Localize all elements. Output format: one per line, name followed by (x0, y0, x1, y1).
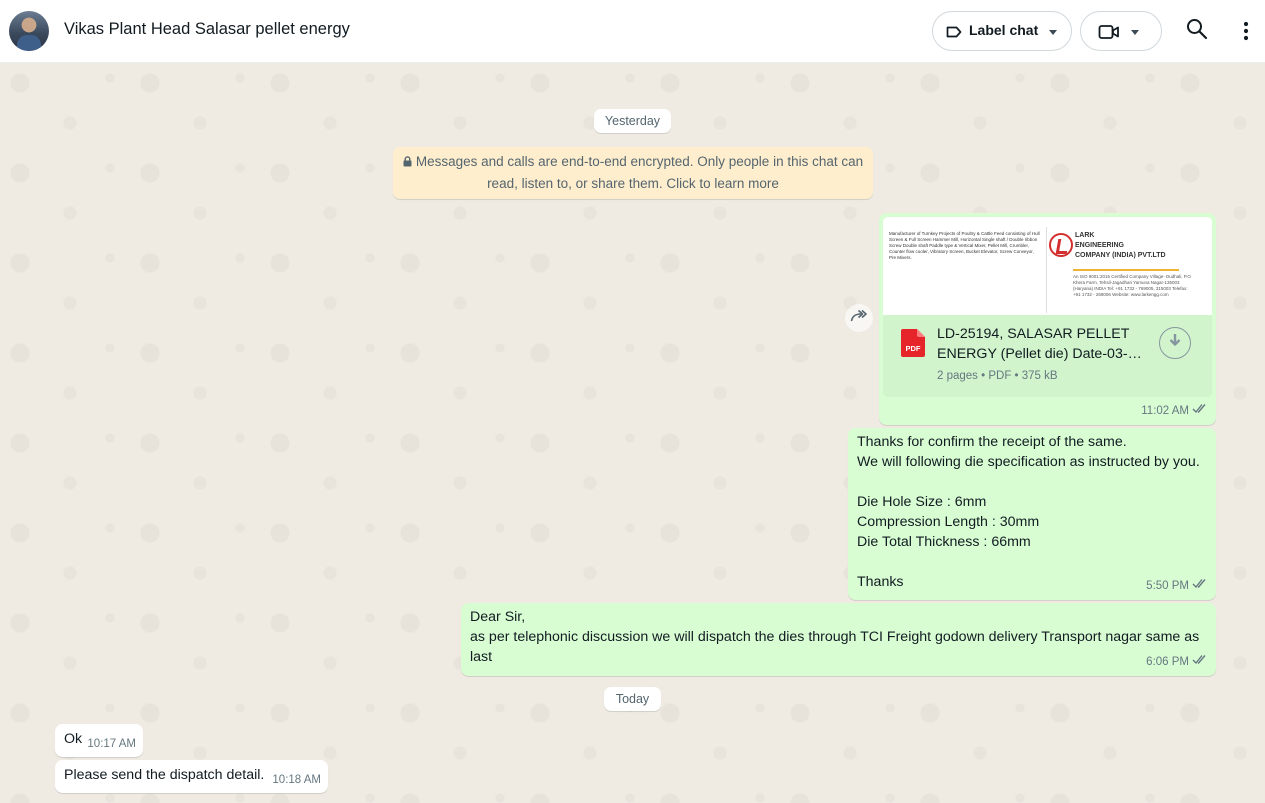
date-separator-yesterday: Yesterday (594, 109, 671, 133)
chevron-down-icon (1049, 30, 1057, 35)
forward-icon (850, 309, 868, 328)
search-button[interactable] (1186, 18, 1208, 45)
message-meta: 10:17 AM (87, 734, 136, 754)
forward-button[interactable] (845, 304, 873, 332)
double-check-icon (1192, 401, 1208, 421)
message-line (857, 472, 1207, 492)
document-file-name: LD-25194, SALASAR PELLET ENERGY (Pellet … (937, 326, 1130, 362)
message-time: 5:50 PM (1146, 580, 1189, 592)
video-call-button[interactable] (1080, 11, 1162, 51)
message-meta: 6:06 PM (1146, 652, 1208, 672)
message-text: Ok (64, 731, 83, 747)
svg-text:PDF: PDF (906, 344, 921, 353)
video-call-icon (1098, 23, 1120, 46)
message-meta: 10:18 AM (272, 770, 321, 790)
chat-header: Vikas Plant Head Salasar pellet energy L… (0, 0, 1265, 63)
document-file-info: 2 pages • PDF • 375 kB (937, 370, 1058, 382)
label-chat-button[interactable]: Label chat (932, 11, 1072, 51)
document-message[interactable]: Manufacturer of Turnkey Projects of Poul… (879, 213, 1216, 425)
label-icon (945, 23, 963, 46)
message-text: Please send the dispatch detail. (64, 767, 265, 783)
document-info-panel[interactable]: PDF LD-25194, SALASAR PELLET ENERGY (Pel… (883, 315, 1212, 397)
lock-icon (403, 152, 412, 173)
incoming-message[interactable]: Please send the dispatch detail. 10:18 A… (55, 760, 328, 793)
preview-address: An ISO 9001:2015 Certified Company Villa… (1073, 274, 1191, 297)
contact-avatar[interactable] (9, 11, 49, 51)
message-time: 6:06 PM (1146, 656, 1189, 668)
company-logo (1049, 233, 1073, 257)
message-time: 10:17 AM (87, 738, 136, 750)
preview-company-name: LARK ENGINEERING COMPANY (INDIA) PVT.LTD (1075, 232, 1166, 259)
date-separator-today: Today (604, 687, 661, 711)
message-line (857, 552, 1207, 572)
message-line: Compression Length : 30mm (857, 514, 1040, 530)
message-line: Thanks for confirm the receipt of the sa… (857, 434, 1127, 450)
message-time: 11:02 AM (1141, 405, 1189, 417)
encryption-notice-text: Messages and calls are end-to-end encryp… (415, 154, 864, 191)
outgoing-message[interactable]: Thanks for confirm the receipt of the sa… (848, 428, 1216, 600)
label-chat-text: Label chat (969, 22, 1039, 38)
outgoing-message[interactable]: Dear Sir, as per telephonic discussion w… (461, 603, 1216, 676)
preview-rule (1073, 269, 1179, 271)
message-line: We will following die specification as i… (857, 454, 1200, 470)
message-line: Die Total Thickness : 66mm (857, 534, 1031, 550)
download-button[interactable] (1159, 327, 1191, 359)
chevron-down-icon (1131, 30, 1139, 35)
message-meta: 5:50 PM (1146, 576, 1208, 596)
message-line: Die Hole Size : 6mm (857, 494, 987, 510)
message-time: 10:18 AM (272, 774, 321, 786)
incoming-message[interactable]: Ok 10:17 AM (55, 724, 143, 757)
message-meta: 11:02 AM (1141, 401, 1208, 421)
message-text: Dear Sir, as per telephonic discussion w… (470, 609, 1200, 665)
download-icon (1168, 332, 1182, 354)
double-check-icon (1192, 652, 1208, 672)
preview-left-text: Manufacturer of Turnkey Projects of Poul… (889, 231, 1040, 260)
search-icon (1186, 19, 1208, 44)
encryption-notice[interactable]: Messages and calls are end-to-end encryp… (393, 147, 873, 199)
pdf-icon: PDF (901, 329, 925, 363)
more-vertical-icon (1236, 21, 1256, 46)
preview-divider (1046, 227, 1047, 313)
double-check-icon (1192, 576, 1208, 596)
contact-name[interactable]: Vikas Plant Head Salasar pellet energy (64, 20, 350, 39)
menu-button[interactable] (1236, 20, 1256, 47)
document-preview[interactable]: Manufacturer of Turnkey Projects of Poul… (883, 217, 1212, 315)
